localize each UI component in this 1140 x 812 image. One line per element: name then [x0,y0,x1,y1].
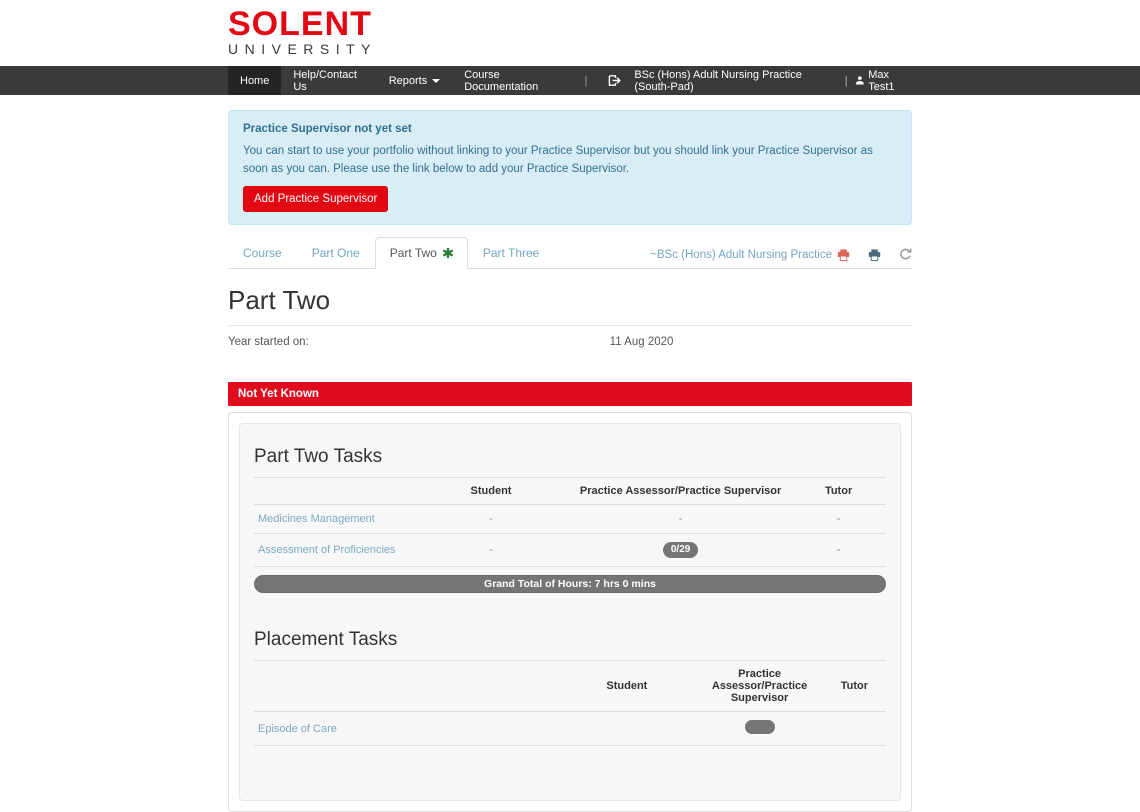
table-row: Medicines Management - - - [254,504,886,535]
user-icon [855,76,864,85]
col-practice-assessor: Practice Assessor/Practice Supervisor [570,478,792,506]
practice-supervisor-alert: Practice Supervisor not yet set You can … [228,110,912,226]
university-logo: SOLENT UNIVERSITY [228,0,912,57]
part-two-tasks-heading: Part Two Tasks [254,436,886,479]
col-task [254,478,412,506]
tab-part-two[interactable]: Part Two [374,237,468,270]
nav-home-label: Home [240,74,270,87]
chevron-down-icon [432,78,441,83]
cell-paps: - [570,504,792,535]
cell-student: - [412,504,570,535]
part-tabs: Course Part One Part Two Part Three ~BSc… [228,237,912,270]
user-menu[interactable]: Max Test1 [855,69,912,93]
navbar-course-label: BSc (Hons) Adult Nursing Practice (South… [634,68,802,93]
tasks-panel: Part Two Tasks Student Practice Assessor… [228,412,912,812]
print-pdf-icon [837,249,850,261]
cell-tutor: - [791,533,886,568]
tasks-well: Part Two Tasks Student Practice Assessor… [239,423,901,802]
year-started-label: Year started on: [228,336,309,349]
table-header-row: Student Practice Assessor/Practice Super… [254,661,886,713]
nav-course-doc-label: Course Documentation [464,68,539,93]
nav-reports-dropdown[interactable]: Reports [377,66,453,95]
col-practice-assessor: Practice Assessor/Practice Supervisor [696,661,823,713]
nav-reports-label: Reports [388,74,428,87]
refresh-button[interactable] [899,248,912,261]
add-practice-supervisor-button[interactable]: Add Practice Supervisor [243,186,389,213]
logo-solent: SOLENT [228,5,372,43]
year-started-row: Year started on: 11 Aug 2020 [228,326,912,358]
alert-title: Practice Supervisor not yet set [243,123,412,135]
tab-part-one-label: Part One [311,246,360,261]
nav-course-documentation[interactable]: Course Documentation [452,66,576,95]
col-task [254,661,558,713]
cell-tutor [822,711,886,747]
placement-tasks-table: Student Practice Assessor/Practice Super… [254,661,886,747]
page-title: Part Two [228,285,912,327]
col-tutor: Tutor [791,478,886,506]
logout-button[interactable] [595,66,634,95]
nav-home[interactable]: Home [228,66,282,95]
count-badge [744,720,775,735]
cell-student: - [412,533,570,568]
cell-student [557,711,697,747]
year-started-value: 11 Aug 2020 [609,336,674,349]
medicines-management-link[interactable]: Medicines Management [258,513,375,525]
placement-task-link[interactable]: Episode of Care [258,723,337,735]
printer-icon [868,249,881,261]
table-row: Episode of Care [254,711,886,747]
tab-course-label: Course [243,246,282,261]
main-navbar: Home Help/Contact Us Reports Course Docu… [0,66,1140,95]
course-pdf-link-label: ~BSc (Hons) Adult Nursing Practice [650,248,832,261]
logo-university: UNIVERSITY [228,41,378,57]
nav-divider-2: | [844,74,848,87]
asterisk-icon [442,248,453,259]
table-header-row: Student Practice Assessor/Practice Super… [254,478,886,506]
refresh-icon [900,249,912,260]
course-pdf-link[interactable]: ~BSc (Hons) Adult Nursing Practice [650,249,850,261]
tab-course[interactable]: Course [228,237,297,269]
col-student: Student [557,661,697,713]
cell-tutor: - [791,504,886,535]
part-two-tasks-table: Student Practice Assessor/Practice Super… [254,478,886,568]
placement-tasks-heading: Placement Tasks [254,619,886,662]
nav-help-label: Help/Contact Us [293,68,357,93]
nav-help-contact[interactable]: Help/Contact Us [281,66,376,95]
tab-part-two-label: Part Two [389,246,437,261]
nav-divider: | [584,74,588,87]
col-tutor: Tutor [822,661,886,713]
tab-part-three-label: Part Three [482,246,540,261]
username: Max Test1 [868,68,895,93]
sign-out-icon [609,75,622,86]
site-header: SOLENT UNIVERSITY [0,0,1140,66]
assessment-of-proficiencies-link[interactable]: Assessment of Proficiencies [258,544,396,556]
table-row: Assessment of Proficiencies - 0/29 - [254,533,886,568]
status-banner: Not Yet Known [228,382,912,407]
alert-body: You can start to use your portfolio with… [243,144,873,175]
tab-part-three[interactable]: Part Three [468,237,554,269]
col-student: Student [412,478,570,506]
print-button[interactable] [868,249,881,261]
count-badge: 0/29 [662,542,699,559]
tab-part-one[interactable]: Part One [297,237,375,269]
grand-total-bar: Grand Total of Hours: 7 hrs 0 mins [254,575,886,594]
